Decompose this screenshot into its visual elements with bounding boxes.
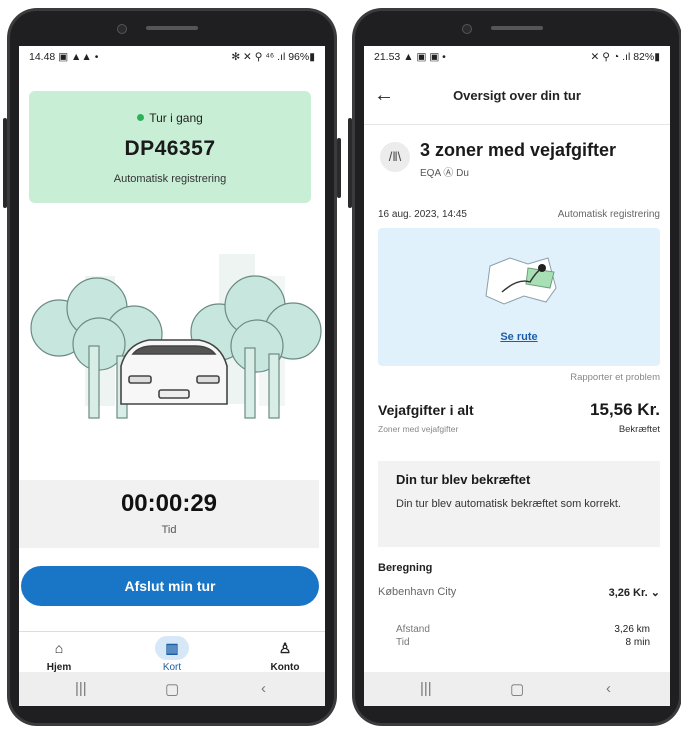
- trip-status-label: Tur i gang: [149, 111, 203, 125]
- right-screen: 21.53 ▲ ▣ ▣ • ✕ ⚲ ◔ .ıl 82%▮ ← Oversigt …: [364, 46, 670, 706]
- recents-icon[interactable]: |||: [75, 680, 87, 697]
- trip-timer: 00:00:29: [120, 490, 218, 517]
- confirmation-text: Din tur blev automatisk bekræftet som ko…: [396, 498, 621, 510]
- side-button: [337, 138, 341, 198]
- end-trip-button[interactable]: Afslut min tur: [21, 566, 319, 606]
- tab-account[interactable]: ♙ Konto: [255, 636, 315, 673]
- trip-status: Tur i gang: [29, 111, 311, 125]
- toll-total-title: Vejafgifter i alt: [378, 402, 474, 418]
- map-icon: ▥: [155, 636, 189, 660]
- route-map[interactable]: Se rute: [378, 228, 660, 366]
- trip-card: Tur i gang DP46357 Automatisk registreri…: [29, 91, 311, 203]
- status-badge: Bekræftet: [618, 424, 660, 435]
- status-dot-icon: [137, 114, 145, 121]
- trip-date: 16 aug. 2023, 14:45: [378, 209, 467, 220]
- tab-home[interactable]: ⌂ Hjem: [29, 636, 89, 673]
- zone-amount-toggle[interactable]: 3,26 Kr. ⌄: [609, 586, 660, 599]
- report-problem-link[interactable]: Rapporter et problem: [570, 372, 660, 383]
- time-value: 8 min: [625, 637, 650, 648]
- calculation-heading: Beregning: [378, 562, 433, 574]
- time-label: Tid: [396, 637, 410, 648]
- tab-map[interactable]: ▥ Kort: [142, 636, 202, 673]
- see-route-link[interactable]: Se rute: [378, 331, 660, 343]
- page-title: Oversigt over din tur: [453, 88, 581, 103]
- car-trees-illustration: [30, 254, 322, 419]
- system-nav-bar: ||| ▢ ‹: [19, 672, 325, 706]
- confirmation-title: Din tur blev bekræftet: [396, 472, 531, 487]
- license-plate: DP46357: [124, 137, 216, 160]
- recents-icon[interactable]: |||: [420, 680, 432, 697]
- zone-title: 3 zoner med vejafgifter: [420, 140, 617, 160]
- registration-label: Automatisk registrering: [113, 173, 227, 185]
- speaker: [491, 26, 543, 30]
- home-button-icon[interactable]: ▢: [510, 680, 524, 698]
- left-phone: 14.48 ▣ ▲▲ • ✻ ✕ ⚲ ⁴⁶ .ıl 96%▮ Tur i gan…: [3, 8, 341, 726]
- system-nav-bar: ||| ▢ ‹: [364, 672, 670, 706]
- status-bar: 14.48 ▣ ▲▲ • ✻ ✕ ⚲ ⁴⁶ .ıl 96%▮: [19, 46, 325, 68]
- zone-name: København City: [378, 586, 457, 598]
- app-header: ← Oversigt over din tur: [364, 68, 670, 125]
- bottom-tab-bar: ⌂ Hjem ▥ Kort ♙ Konto: [19, 631, 325, 678]
- distance-value: 3,26 km: [614, 624, 650, 635]
- confirmation-box: Din tur blev bekræftet Din tur blev auto…: [378, 461, 660, 547]
- back-nav-icon[interactable]: ‹: [261, 680, 266, 697]
- road-icon: /‖\: [380, 142, 410, 172]
- status-icons: ✻ ✕ ⚲ ⁴⁶ .ıl 96%▮: [231, 51, 315, 63]
- front-camera: [462, 24, 472, 34]
- left-screen: 14.48 ▣ ▲▲ • ✻ ✕ ⚲ ⁴⁶ .ıl 96%▮ Tur i gan…: [19, 46, 325, 706]
- vehicle-user: EQA Ⓐ Du: [420, 168, 469, 179]
- timer-label: Tid: [161, 524, 177, 536]
- right-phone: 21.53 ▲ ▣ ▣ • ✕ ⚲ ◔ .ıl 82%▮ ← Oversigt …: [348, 8, 681, 726]
- status-time: 14.48 ▣ ▲▲ •: [29, 51, 99, 63]
- speaker: [146, 26, 198, 30]
- status-time: 21.53 ▲ ▣ ▣ •: [374, 51, 446, 63]
- distance-label: Afstand: [396, 624, 430, 635]
- home-icon: ⌂: [54, 640, 64, 656]
- status-icons: ✕ ⚲ ◔ .ıl 82%▮: [590, 51, 660, 63]
- person-icon: ♙: [278, 640, 292, 656]
- side-button: [348, 118, 352, 208]
- home-button-icon[interactable]: ▢: [165, 680, 179, 698]
- toll-total-amount: 15,56 Kr.: [590, 400, 660, 419]
- toll-zones-label: Zoner med vejafgifter: [378, 424, 459, 434]
- front-camera: [117, 24, 127, 34]
- back-nav-icon[interactable]: ‹: [606, 680, 611, 697]
- map-thumbnail-icon: [485, 257, 557, 305]
- side-button: [3, 118, 7, 208]
- registration-label: Automatisk registrering: [557, 209, 660, 220]
- timer-panel: 00:00:29 Tid: [19, 480, 319, 548]
- status-bar: 21.53 ▲ ▣ ▣ • ✕ ⚲ ◔ .ıl 82%▮: [364, 46, 670, 68]
